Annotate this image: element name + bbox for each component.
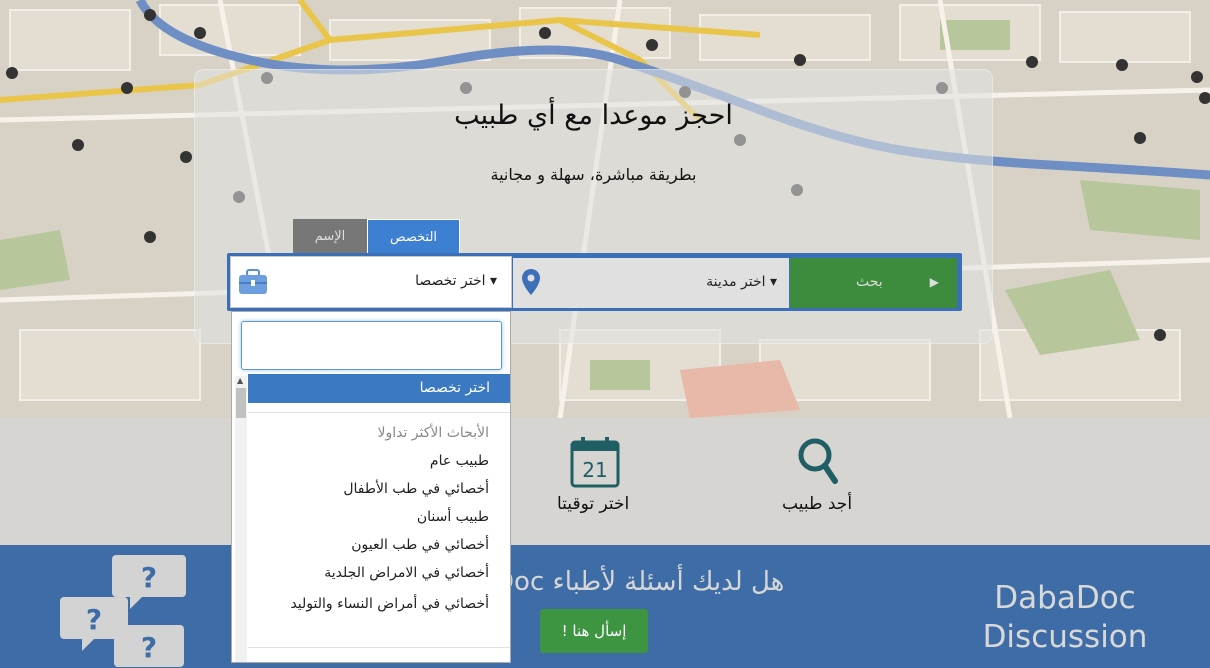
play-arrow-icon: ▶	[929, 275, 939, 289]
calendar-day: 21	[582, 458, 607, 482]
brand-line-1: DabaDoc	[994, 580, 1136, 616]
dropdown-option[interactable]: أخصائي في طب العيون	[249, 537, 489, 553]
dropdown-option-selected[interactable]: اختر تخصصا	[248, 374, 510, 403]
dropdown-option[interactable]: طبيب أسنان	[249, 509, 489, 525]
location-pin-icon	[522, 269, 540, 295]
dropdown-divider	[248, 412, 510, 413]
features-section: 21 اختر توقيتا أجد طبيب	[0, 418, 1210, 545]
specialty-select[interactable]: ▾ اختر تخصصا	[230, 256, 512, 308]
dabadoc-discussion-brand: DabaDoc Discussion	[975, 579, 1155, 657]
dropdown-divider	[248, 647, 510, 648]
ask-here-button[interactable]: إسأل هنا !	[540, 609, 648, 653]
briefcase-icon	[239, 269, 267, 294]
dropdown-scrollbar[interactable]: ▲	[235, 376, 247, 662]
tab-specialty[interactable]: التخصص	[367, 219, 460, 254]
dropdown-option[interactable]: أخصائي في طب الأطفال	[249, 481, 489, 497]
city-select-value: ▾ اختر مدينة	[706, 274, 777, 290]
search-magnifier-icon	[798, 438, 838, 484]
specialty-dropdown: ▲ اختر تخصصا الأبحاث الأكثر تداولا طبيب …	[231, 311, 511, 663]
calendar-icon: 21	[570, 437, 620, 488]
hero-title: احجز موعدا مع أي طبيب	[454, 100, 733, 131]
svg-text:?: ?	[86, 603, 102, 636]
brand-line-2: Discussion	[982, 619, 1148, 655]
tab-name[interactable]: الإسم	[293, 219, 367, 254]
svg-text:?: ?	[141, 631, 157, 664]
find-doctor-label: أجد طبيب	[782, 494, 853, 514]
choose-time-label: اختر توقيتا	[557, 494, 630, 514]
search-button-label: بحث	[856, 274, 883, 290]
dropdown-search-input[interactable]	[241, 321, 502, 370]
hero-subtitle: بطريقة مباشرة، سهلة و مجانية	[490, 165, 697, 184]
dropdown-option[interactable]: طبيب عام	[249, 453, 489, 469]
city-select[interactable]: ▾ اختر مدينة	[513, 258, 789, 308]
dropdown-group-label: الأبحاث الأكثر تداولا	[377, 425, 489, 441]
dropdown-option[interactable]: أخصائي في الامراض الجلدية	[249, 565, 489, 581]
scroll-thumb[interactable]	[236, 388, 246, 418]
dropdown-option[interactable]: أخصائي في أمراض النساء والتوليد	[249, 593, 489, 615]
search-button[interactable]: بحث ▶	[790, 258, 957, 308]
discussion-section: ??? هل لديك أسئلة لأطباء DabaDoc إسأل هن…	[0, 545, 1210, 668]
scroll-up-arrow-icon[interactable]: ▲	[237, 376, 243, 385]
specialty-select-value: ▾ اختر تخصصا	[415, 273, 497, 289]
